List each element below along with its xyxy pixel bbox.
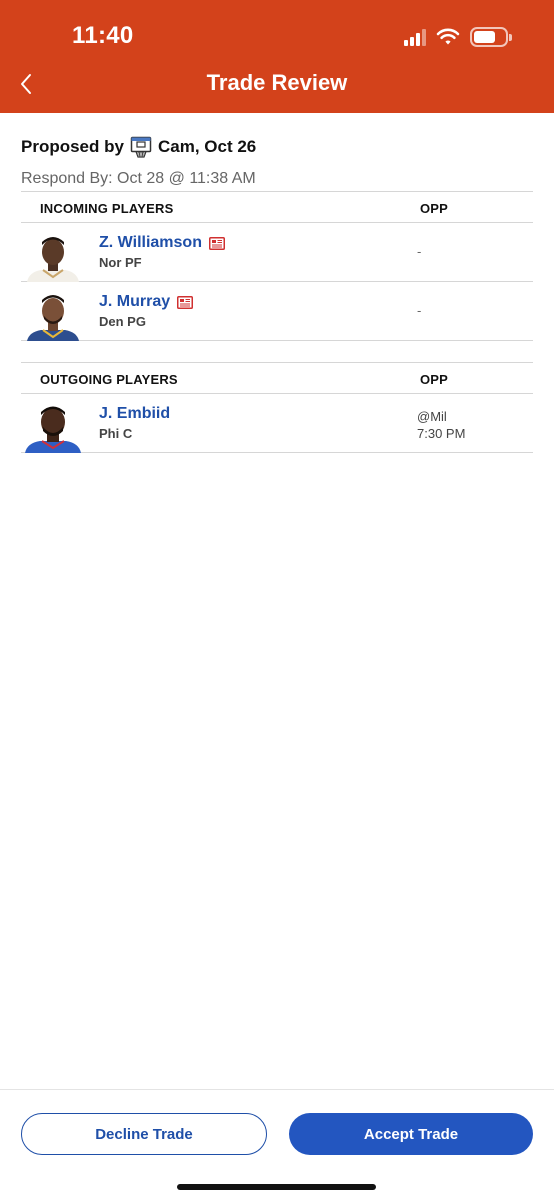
incoming-player-row[interactable]: Z. Williamson Nor PF -: [21, 223, 533, 282]
battery-icon: [470, 27, 512, 47]
team-logo-icon: [130, 136, 152, 158]
player-opponent: -: [417, 244, 422, 259]
proposed-by-label: Proposed by: [21, 137, 124, 156]
status-time: 11:40: [72, 22, 134, 49]
proposed-by: Proposed by Cam, Oct 26: [21, 136, 256, 158]
news-icon[interactable]: [177, 295, 194, 309]
opponent-team: @Mil: [417, 409, 447, 424]
player-name-link[interactable]: J. Embiid: [99, 405, 170, 423]
incoming-players-header: INCOMING PLAYERS OPP: [21, 191, 533, 223]
outgoing-player-row[interactable]: J. Embiid Phi C @Mil 7:30 PM: [21, 394, 533, 453]
opp-column-header: OPP: [420, 201, 449, 216]
player-team-position: Nor PF: [99, 255, 142, 270]
outgoing-players-header: OUTGOING PLAYERS OPP: [21, 362, 533, 394]
game-time: 7:30 PM: [417, 426, 466, 441]
player-headshot: [21, 289, 85, 341]
page-title: Trade Review: [206, 70, 348, 95]
opp-column-header: OPP: [420, 372, 449, 387]
player-opponent: -: [417, 303, 422, 318]
respond-by: Respond By: Oct 28 @ 11:38 AM: [21, 170, 256, 187]
accept-trade-button[interactable]: Accept Trade: [289, 1113, 533, 1155]
action-footer: Decline Trade Accept Trade: [0, 1089, 554, 1200]
player-headshot: [21, 230, 85, 282]
player-name-link[interactable]: Z. Williamson: [99, 234, 202, 252]
incoming-player-row[interactable]: J. Murray Den PG -: [21, 282, 533, 341]
player-headshot: [21, 401, 85, 453]
status-icons: [404, 26, 512, 48]
app-header: 11:40 Trade Review: [0, 0, 554, 113]
player-opponent: @Mil 7:30 PM: [417, 408, 465, 442]
player-team-position: Den PG: [99, 314, 146, 329]
incoming-players-label: INCOMING PLAYERS: [40, 201, 174, 216]
proposer-name: Cam, Oct 26: [157, 137, 257, 156]
player-team-position: Phi C: [99, 426, 133, 441]
home-indicator[interactable]: [177, 1184, 376, 1190]
decline-trade-button[interactable]: Decline Trade: [21, 1113, 267, 1155]
cellular-signal-icon: [404, 28, 426, 46]
player-name-link[interactable]: J. Murray: [99, 293, 170, 311]
news-icon[interactable]: [208, 236, 225, 250]
outgoing-players-label: OUTGOING PLAYERS: [40, 372, 178, 387]
wifi-icon: [436, 28, 460, 45]
